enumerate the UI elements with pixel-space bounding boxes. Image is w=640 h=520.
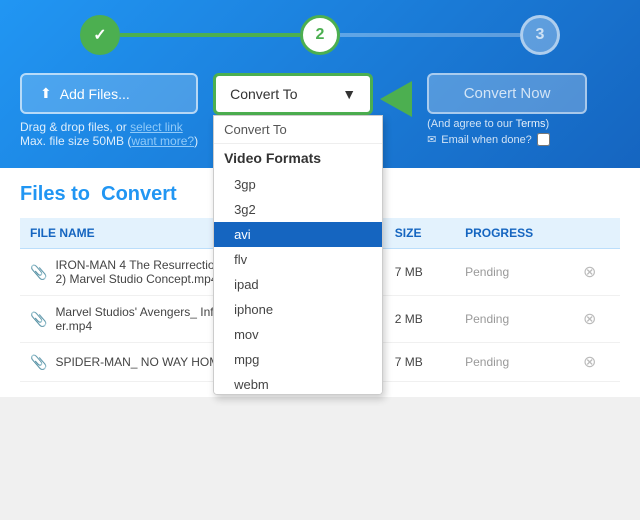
convert-now-button[interactable]: Convert Now bbox=[427, 73, 587, 114]
terms-text: (And agree to our Terms) bbox=[427, 118, 549, 130]
format-mpg[interactable]: mpg bbox=[214, 347, 382, 372]
action-row: ⬆ Add Files... Drag & drop files, or sel… bbox=[20, 73, 620, 148]
dropdown-header-item: Convert To bbox=[214, 116, 382, 144]
format-flv[interactable]: flv bbox=[214, 247, 382, 272]
remove-file-button[interactable]: ⊗ bbox=[583, 309, 596, 329]
col-header-size: SIZE bbox=[385, 218, 455, 249]
convert-now-label: Convert Now bbox=[464, 85, 551, 102]
format-mov[interactable]: mov bbox=[214, 322, 382, 347]
add-files-button[interactable]: ⬆ Add Files... bbox=[20, 73, 198, 114]
drag-drop-text: Drag & drop files, or select link Max. f… bbox=[20, 120, 198, 148]
file-size: 2 MB bbox=[385, 296, 455, 343]
file-icon: 📎 bbox=[30, 354, 47, 371]
convert-now-section: Convert Now (And agree to our Terms) ✉ E… bbox=[427, 73, 620, 146]
step-line-2 bbox=[340, 33, 520, 37]
add-files-label: Add Files... bbox=[60, 86, 130, 102]
col-header-progress: PROGRESS bbox=[455, 218, 573, 249]
step-line-1 bbox=[120, 33, 300, 37]
files-title-static: Files to bbox=[20, 183, 90, 205]
format-dropdown[interactable]: Convert To Video Formats 3gp 3g2 avi flv… bbox=[213, 115, 383, 395]
terms-link[interactable]: Terms bbox=[516, 118, 546, 130]
arrow-container bbox=[380, 73, 412, 117]
convert-to-container: Convert To ▼ Convert To Video Formats 3g… bbox=[213, 73, 373, 115]
convert-to-label: Convert To bbox=[230, 86, 297, 102]
step-2: 2 bbox=[300, 15, 340, 55]
step-1: ✓ bbox=[80, 15, 120, 55]
file-icon: 📎 bbox=[30, 264, 47, 281]
email-icon: ✉ bbox=[427, 133, 436, 146]
file-progress: Pending bbox=[455, 296, 573, 343]
top-section: ✓ 2 3 ⬆ Add Files... Drag & drop files, … bbox=[0, 0, 640, 168]
file-remove-cell: ⊗ bbox=[573, 249, 620, 296]
format-iphone[interactable]: iphone bbox=[214, 297, 382, 322]
file-progress: Pending bbox=[455, 249, 573, 296]
file-size: 7 MB bbox=[385, 343, 455, 382]
steps-row: ✓ 2 3 bbox=[20, 15, 620, 55]
select-link[interactable]: select link bbox=[130, 120, 183, 134]
remove-file-button[interactable]: ⊗ bbox=[583, 262, 596, 282]
email-label: Email when done? bbox=[441, 134, 532, 146]
convert-to-button[interactable]: Convert To ▼ bbox=[213, 73, 373, 115]
green-arrow-icon bbox=[380, 81, 412, 117]
email-checkbox[interactable] bbox=[537, 133, 550, 146]
file-icon: 📎 bbox=[30, 311, 47, 328]
format-3g2[interactable]: 3g2 bbox=[214, 197, 382, 222]
file-remove-cell: ⊗ bbox=[573, 343, 620, 382]
video-formats-label: Video Formats bbox=[214, 144, 382, 172]
email-row: ✉ Email when done? bbox=[427, 133, 550, 146]
col-header-action bbox=[573, 218, 620, 249]
format-3gp[interactable]: 3gp bbox=[214, 172, 382, 197]
remove-file-button[interactable]: ⊗ bbox=[583, 352, 596, 372]
format-ipad[interactable]: ipad bbox=[214, 272, 382, 297]
files-title-colored: Convert bbox=[101, 183, 177, 205]
format-webm[interactable]: webm bbox=[214, 372, 382, 395]
step-3: 3 bbox=[520, 15, 560, 55]
want-more-link[interactable]: want more? bbox=[131, 134, 194, 148]
upload-icon: ⬆ bbox=[40, 85, 52, 102]
format-avi[interactable]: avi bbox=[214, 222, 382, 247]
file-remove-cell: ⊗ bbox=[573, 296, 620, 343]
file-progress: Pending bbox=[455, 343, 573, 382]
file-size: 7 MB bbox=[385, 249, 455, 296]
chevron-down-icon: ▼ bbox=[342, 86, 356, 102]
